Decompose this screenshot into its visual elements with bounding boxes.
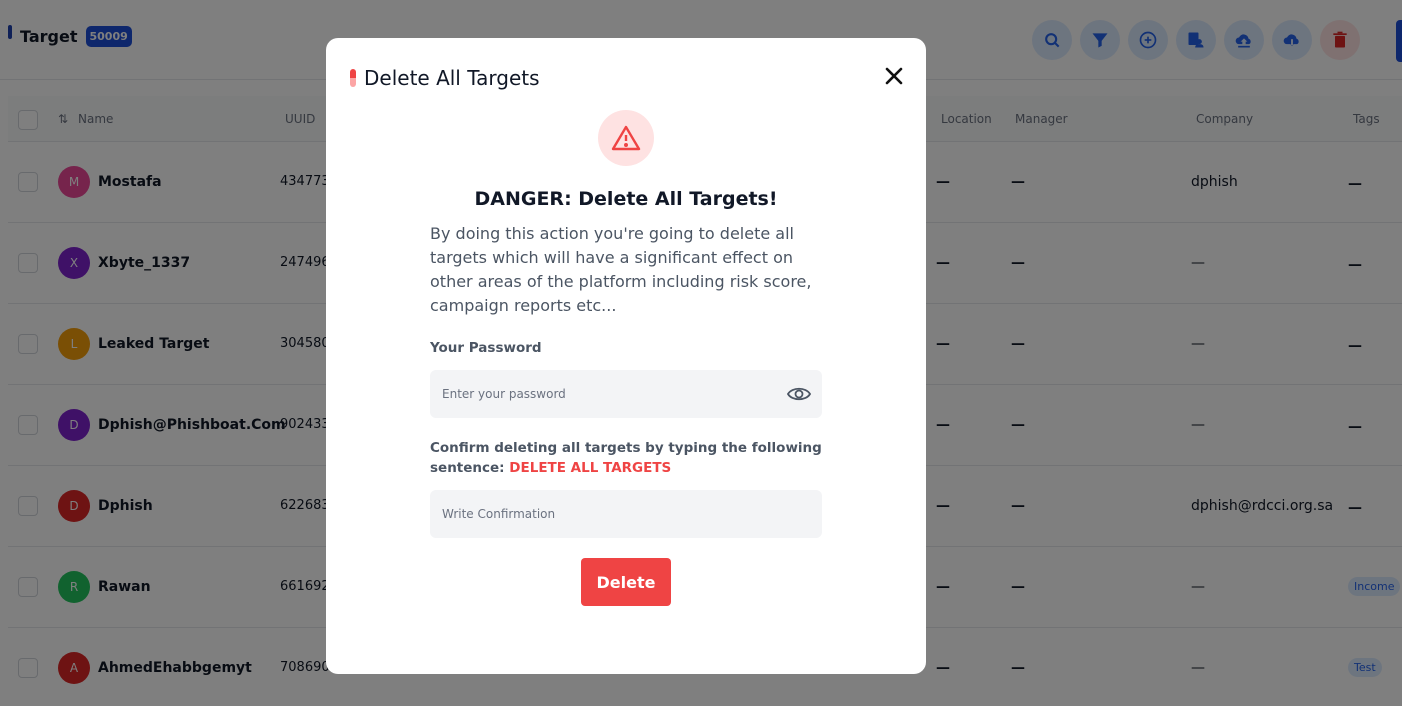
modal-title: Delete All Targets bbox=[364, 66, 540, 90]
delete-all-targets-modal: Delete All Targets DANGER: Delete All Ta… bbox=[326, 38, 926, 674]
confirm-instructions: Confirm deleting all targets by typing t… bbox=[430, 438, 822, 478]
password-input[interactable] bbox=[430, 370, 822, 418]
close-button[interactable] bbox=[882, 64, 906, 88]
confirm-phrase: DELETE ALL TARGETS bbox=[509, 460, 672, 476]
close-icon bbox=[885, 67, 903, 85]
password-label: Your Password bbox=[430, 340, 542, 356]
warning-description: By doing this action you're going to del… bbox=[430, 224, 812, 315]
toggle-password-visibility[interactable] bbox=[786, 382, 812, 406]
warning-triangle-icon bbox=[611, 125, 641, 151]
warning-badge bbox=[598, 110, 654, 166]
confirmation-input[interactable] bbox=[430, 490, 822, 538]
eye-icon bbox=[787, 387, 811, 401]
danger-heading: DANGER: Delete All Targets! bbox=[474, 188, 778, 210]
modal-header: Delete All Targets bbox=[350, 66, 540, 90]
delete-button[interactable]: Delete bbox=[581, 558, 671, 606]
modal-title-marker bbox=[350, 69, 356, 87]
